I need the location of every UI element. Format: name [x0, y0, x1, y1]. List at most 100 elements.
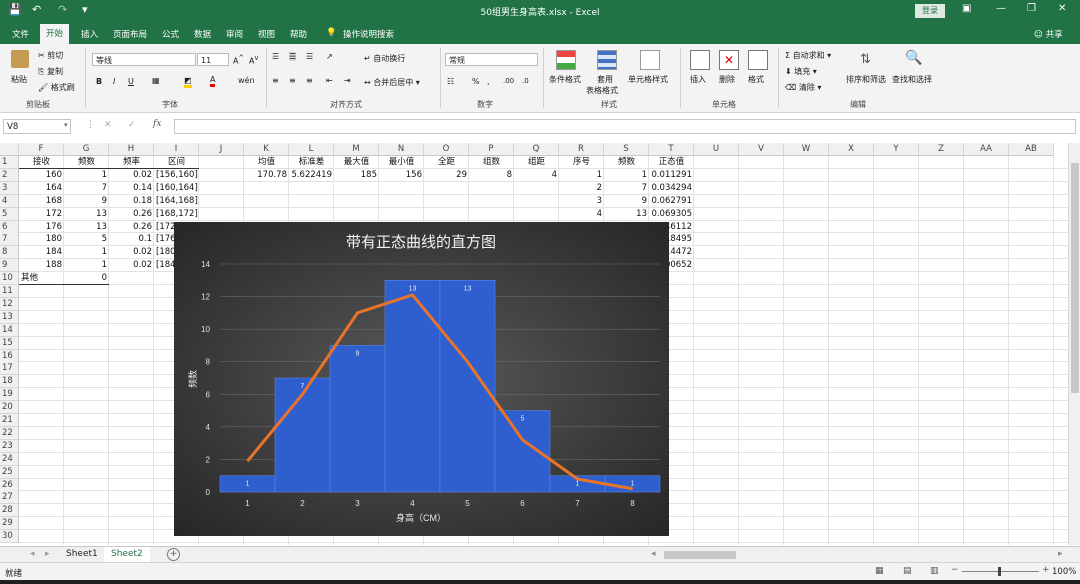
conditional-format-button[interactable]: 条件格式 — [549, 74, 581, 85]
enter-icon[interactable]: ✓ — [128, 120, 136, 130]
cell-F2[interactable]: 160 — [21, 169, 62, 182]
column-header-X[interactable]: X — [829, 143, 874, 156]
row-header-23[interactable]: 23 — [0, 439, 19, 453]
cell-K2[interactable]: 170.78 — [246, 169, 287, 182]
cell-T2[interactable]: 0.011291 — [651, 169, 692, 182]
row-header-15[interactable]: 15 — [0, 336, 19, 350]
row-header-6[interactable]: 6 — [0, 220, 19, 234]
page-break-view-icon[interactable]: ▥ — [930, 566, 939, 576]
row-header-16[interactable]: 16 — [0, 349, 19, 363]
sheet-tab-sheet1[interactable]: Sheet1 — [66, 549, 98, 559]
tab-view[interactable]: 视图 — [258, 28, 275, 40]
row-header-28[interactable]: 28 — [0, 504, 19, 518]
column-header-Q[interactable]: Q — [514, 143, 559, 156]
grow-font-icon[interactable]: A^ — [233, 54, 244, 66]
zoom-level[interactable]: 100% — [1052, 567, 1076, 577]
cell-G3[interactable]: 7 — [66, 182, 107, 195]
cell-M2[interactable]: 185 — [336, 169, 377, 182]
column-header-R[interactable]: R — [559, 143, 604, 156]
column-header-N[interactable]: N — [379, 143, 424, 156]
add-sheet-icon[interactable]: + — [167, 548, 180, 561]
hscroll-right-icon[interactable]: ▸ — [1058, 549, 1063, 559]
insert-cells-button[interactable]: 插入 — [690, 74, 706, 85]
row-header-8[interactable]: 8 — [0, 246, 19, 260]
cell-O1[interactable]: 全距 — [426, 156, 467, 169]
tab-help[interactable]: 帮助 — [290, 28, 307, 40]
cell-T5[interactable]: 0.069305 — [651, 208, 692, 221]
cell-R1[interactable]: 序号 — [561, 156, 602, 169]
row-header-1[interactable]: 1 — [0, 156, 19, 169]
histogram-bar[interactable] — [494, 410, 551, 493]
row-header-3[interactable]: 3 — [0, 181, 19, 195]
row-header-17[interactable]: 17 — [0, 362, 19, 376]
cell-H2[interactable]: 0.02 — [111, 169, 152, 182]
row-header-29[interactable]: 29 — [0, 517, 19, 531]
row-header-24[interactable]: 24 — [0, 452, 19, 466]
histogram-bar[interactable] — [439, 279, 496, 493]
column-header-G[interactable]: G — [64, 143, 109, 156]
column-header-S[interactable]: S — [604, 143, 649, 156]
cell-I4[interactable]: [164,168] — [156, 195, 236, 208]
cell-G2[interactable]: 1 — [66, 169, 107, 182]
cell-T3[interactable]: 0.034294 — [651, 182, 692, 195]
align-top-icon[interactable]: ☰ — [272, 52, 279, 61]
column-header-AA[interactable]: AA — [964, 143, 1009, 156]
decrease-decimal-icon[interactable]: .0 — [522, 77, 529, 85]
hscroll-left-icon[interactable]: ◂ — [651, 549, 656, 559]
cell-S5[interactable]: 13 — [606, 208, 647, 221]
orientation-icon[interactable]: ↗ — [326, 52, 333, 61]
cell-K1[interactable]: 均值 — [246, 156, 287, 169]
cell-O2[interactable]: 29 — [426, 169, 467, 182]
cell-R2[interactable]: 1 — [561, 169, 602, 182]
find-select-icon[interactable]: 🔍 — [905, 50, 922, 66]
format-painter-button[interactable]: 🖌 格式刷 — [38, 82, 75, 93]
row-header-10[interactable]: 10 — [0, 272, 19, 286]
cell-I5[interactable]: [168,172] — [156, 208, 236, 221]
cell-P2[interactable]: 8 — [471, 169, 512, 182]
cell-styles-icon[interactable] — [640, 50, 660, 70]
autosum-button[interactable]: Σ 自动求和 ▾ — [785, 50, 831, 61]
cell-S2[interactable]: 1 — [606, 169, 647, 182]
column-header-U[interactable]: U — [694, 143, 739, 156]
cell-H5[interactable]: 0.26 — [111, 208, 152, 221]
cell-S1[interactable]: 频数 — [606, 156, 647, 169]
formula-input[interactable] — [174, 119, 1076, 134]
tab-data[interactable]: 数据 — [194, 28, 211, 40]
cell-T4[interactable]: 0.062791 — [651, 195, 692, 208]
cell-Q1[interactable]: 组距 — [516, 156, 557, 169]
histogram-bar[interactable] — [384, 279, 441, 493]
normal-view-icon[interactable]: ▦ — [875, 566, 884, 576]
tab-formulas[interactable]: 公式 — [162, 28, 179, 40]
row-header-14[interactable]: 14 — [0, 323, 19, 337]
cell-G7[interactable]: 5 — [66, 233, 107, 246]
cell-styles-button[interactable]: 单元格样式 — [628, 74, 668, 85]
fill-button[interactable]: ⬇ 填充 ▾ — [785, 66, 817, 77]
column-header-I[interactable]: I — [154, 143, 199, 156]
column-header-F[interactable]: F — [19, 143, 64, 156]
cell-H4[interactable]: 0.18 — [111, 195, 152, 208]
login-button[interactable]: 登录 — [915, 4, 945, 18]
cell-F4[interactable]: 168 — [21, 195, 62, 208]
cell-G9[interactable]: 1 — [66, 259, 107, 272]
tell-me-search[interactable]: 操作说明搜索 — [343, 28, 394, 40]
paste-button[interactable]: 粘贴 — [11, 74, 27, 85]
column-header-P[interactable]: P — [469, 143, 514, 156]
column-header-H[interactable]: H — [109, 143, 154, 156]
cell-M1[interactable]: 最大值 — [336, 156, 377, 169]
insert-cells-icon[interactable] — [690, 50, 710, 70]
tab-insert[interactable]: 插入 — [81, 28, 98, 40]
cell-R4[interactable]: 3 — [561, 195, 602, 208]
increase-decimal-icon[interactable]: .00 — [503, 77, 514, 85]
font-name-select[interactable]: 等线 — [92, 53, 196, 66]
italic-button[interactable]: I — [113, 77, 115, 86]
delete-cells-icon[interactable]: ✕ — [719, 50, 739, 70]
conditional-format-icon[interactable] — [556, 50, 576, 70]
name-box-dropdown-icon[interactable]: ▾ — [64, 121, 68, 129]
column-header-K[interactable]: K — [244, 143, 289, 156]
cell-S3[interactable]: 7 — [606, 182, 647, 195]
borders-icon[interactable]: ▦ — [152, 76, 160, 85]
bold-button[interactable]: B — [96, 77, 102, 86]
insert-function-icon[interactable]: fx — [153, 119, 161, 129]
cell-L1[interactable]: 标准差 — [291, 156, 332, 169]
font-color-icon[interactable]: A — [210, 75, 216, 87]
